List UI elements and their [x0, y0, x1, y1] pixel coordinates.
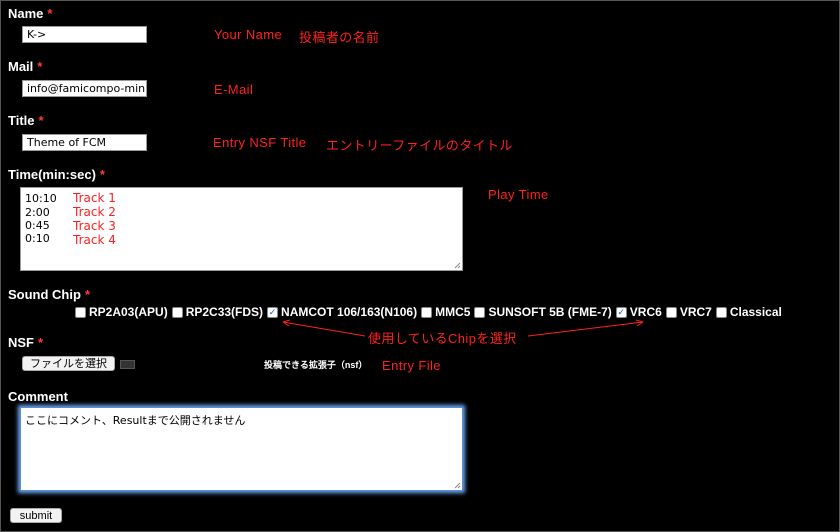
submit-button[interactable]: submit	[10, 508, 62, 523]
arrow-left-icon	[282, 321, 366, 337]
comment-text: ここにコメント、Resultまで公開されません	[25, 414, 246, 427]
nsf-extension-hint: 投稿できる拡張子（nsf）	[264, 360, 368, 370]
comment-textarea[interactable]: ここにコメント、Resultまで公開されません	[20, 407, 463, 491]
file-icon	[120, 360, 135, 369]
nsf-note: Entry File	[382, 358, 441, 373]
choose-file-button[interactable]: ファイルを選択	[22, 356, 115, 371]
sound-chip-note: 使用しているChipを選択	[368, 331, 517, 346]
comment-label: Comment	[8, 389, 68, 404]
arrow-right-icon	[527, 321, 644, 337]
nsf-label: NSF *	[8, 335, 44, 350]
resize-grip-icon[interactable]	[453, 481, 461, 489]
